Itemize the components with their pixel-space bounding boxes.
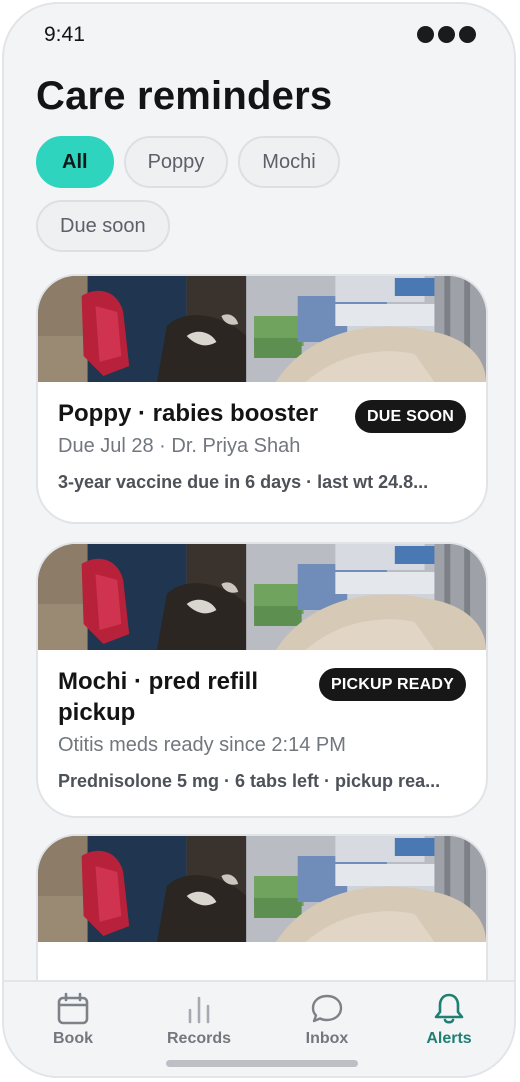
reminder-detail: 3-year vaccine due in 6 days · last wt 2… bbox=[58, 472, 429, 492]
tab-records[interactable]: Records bbox=[149, 992, 249, 1048]
tab-alerts[interactable]: Alerts bbox=[399, 992, 499, 1048]
reminder-detail: Prednisolone 5 mg · 6 tabs left · pickup… bbox=[58, 771, 441, 791]
reminder-title: Poppy · rabies booster bbox=[58, 400, 319, 427]
tab-inbox[interactable]: Inbox bbox=[277, 992, 377, 1048]
calendar-icon bbox=[57, 992, 89, 1025]
tab-label: Inbox bbox=[305, 1030, 349, 1047]
status-badge: PICKUP READY bbox=[318, 668, 466, 701]
bell-icon bbox=[434, 993, 464, 1024]
tab-label: Records bbox=[166, 1030, 232, 1047]
tab-label: Book bbox=[53, 1030, 93, 1047]
filter-chip-poppy[interactable]: Poppy bbox=[123, 136, 229, 188]
reminder-card[interactable]: Mochi · pred refill pickup PICKUP READY … bbox=[36, 542, 488, 818]
pet-photo bbox=[38, 544, 486, 650]
filter-chip-due-soon[interactable]: Due soon bbox=[36, 200, 170, 252]
filter-chip-all[interactable]: All bbox=[36, 136, 114, 188]
home-indicator bbox=[166, 1060, 358, 1067]
status-time: 9:41 bbox=[44, 23, 85, 46]
pet-photo bbox=[38, 836, 486, 942]
phone-frame: 9:41 Care reminders All Poppy Mochi Due … bbox=[2, 2, 516, 1078]
tab-book[interactable]: Book bbox=[23, 992, 123, 1048]
reminder-subtitle: Otitis meds ready since 2:14 PM bbox=[58, 734, 346, 756]
reminder-card[interactable]: Poppy · rabies booster DUE SOON Due Jul … bbox=[36, 274, 488, 524]
reminder-subtitle: Due Jul 28 · Dr. Priya Shah bbox=[58, 435, 301, 457]
chat-bubble-icon bbox=[311, 994, 343, 1023]
tab-label: Alerts bbox=[426, 1030, 472, 1047]
signal-icon bbox=[417, 26, 476, 43]
status-badge: DUE SOON bbox=[355, 400, 466, 433]
filter-chip-mochi[interactable]: Mochi bbox=[238, 136, 340, 188]
pet-photo bbox=[38, 276, 486, 382]
reminder-title: Mochi · pred refill pickup bbox=[58, 668, 259, 726]
filter-chips: All Poppy Mochi Due soon bbox=[36, 136, 476, 252]
bar-chart-icon bbox=[188, 996, 210, 1024]
status-bar: 9:41 bbox=[4, 4, 514, 64]
page-title: Care reminders bbox=[36, 74, 333, 118]
